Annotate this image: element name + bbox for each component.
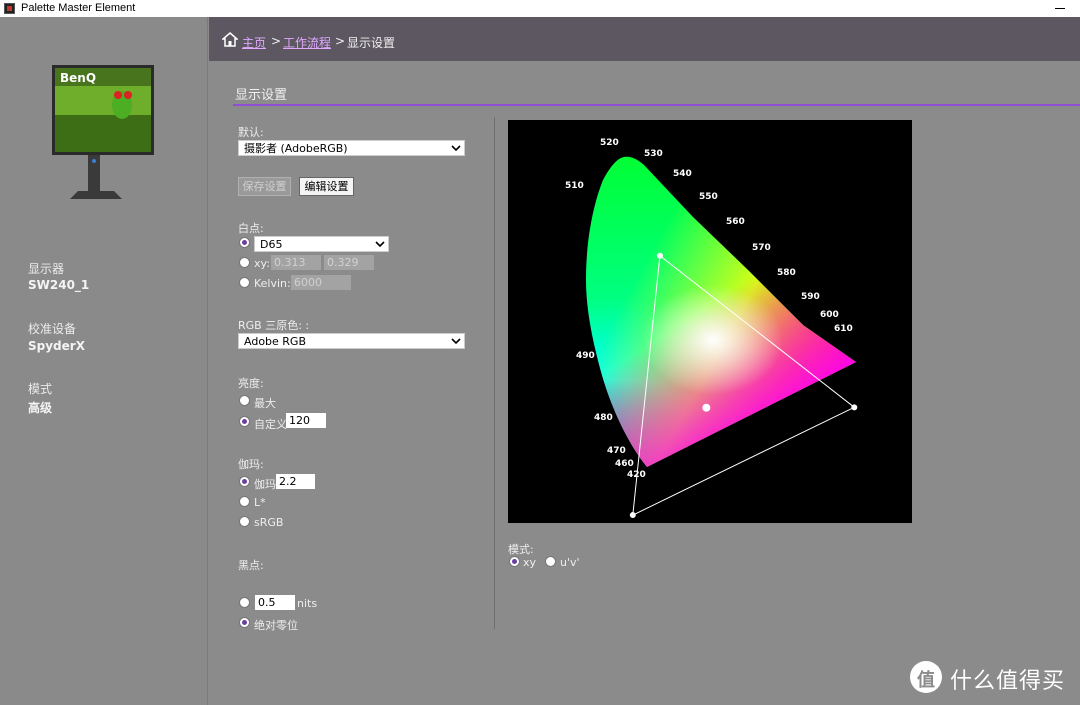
wavelength-label: 570 [752,243,771,253]
home-icon[interactable] [222,32,238,47]
chevron-down-icon [451,145,461,152]
breadcrumb-home[interactable]: 主页 [242,34,266,51]
mode-xy-label: xy [523,556,537,569]
breadcrumb-workflow[interactable]: 工作流程 [283,34,331,51]
wavelength-label: 560 [726,217,745,227]
whitepoint-xy-radio[interactable] [239,257,250,268]
blackpoint-absolute-radio[interactable] [239,617,250,628]
primary-blue-point [629,512,636,519]
kelvin-label: Kelvin: [254,277,291,290]
whitepoint-value: D65 [260,238,283,251]
wavelength-label: 580 [777,268,796,278]
blackpoint-value-radio[interactable] [239,597,250,608]
brightness-max-label: 最大 [254,397,276,410]
wavelength-label: 460 [615,459,634,469]
breadcrumb-separator: > [271,34,282,48]
rgb-primaries-value: Adobe RGB [244,335,307,348]
title-underline [233,104,1080,106]
breadcrumb: 主页 > 工作流程 > 显示设置 [209,17,1080,61]
chevron-down-icon [451,338,461,345]
wavelength-label: 600 [820,310,839,320]
main-panel: 显示设置 默认: 摄影者 (AdobeRGB) 保存设置 编辑设置 白点: D6… [209,61,1080,705]
wavelength-label: 530 [644,149,663,159]
gamma-value-radio[interactable] [239,476,250,487]
blackpoint-unit: nits [297,597,318,610]
primary-green-point [656,252,663,259]
blackpoint-input[interactable]: 0.5 [255,595,295,610]
wavelength-label: 550 [699,192,718,202]
whitepoint-x-input[interactable]: 0.313 [271,255,321,270]
wavelength-label: 590 [801,292,820,302]
edit-settings-button[interactable]: 编辑设置 [299,177,354,196]
rgb-primaries-label: RGB 三原色: : [238,319,310,332]
calibrator-label: 校准设备 [28,322,77,336]
title-bar: Palette Master Element [0,0,1080,17]
wavelength-label: 490 [576,351,595,361]
whitepoint-y-input[interactable]: 0.329 [324,255,374,270]
minimize-icon[interactable] [1055,8,1065,9]
gamma-lstar-label: L* [254,496,266,509]
gamma-input[interactable]: 2.2 [276,474,315,489]
breadcrumb-current: 显示设置 [347,36,396,50]
kelvin-input[interactable]: 6000 [291,275,351,290]
primary-red-point [851,404,858,411]
chevron-down-icon [375,241,385,248]
save-settings-button[interactable]: 保存设置 [238,177,291,196]
default-label: 默认: [238,126,264,139]
whitepoint-select[interactable]: D65 [254,236,389,252]
brightness-input[interactable]: 120 [286,413,326,428]
gamma-lstar-radio[interactable] [239,496,250,507]
whitepoint-preset-radio[interactable] [239,237,250,248]
divider [494,117,495,629]
rgb-primaries-select[interactable]: Adobe RGB [238,333,465,349]
chromaticity-diagram: 420 460 470 480 490 510 520 530 540 550 560 570 580 5… [508,120,912,523]
default-preset-value: 摄影者 (AdobeRGB) [244,142,348,155]
mode-label: 模式 [28,382,53,396]
brightness-custom-label: 自定义 [254,418,287,431]
monitor-image: BenQ [52,65,154,199]
wavelength-label: 470 [607,446,626,456]
mode-uv-radio[interactable] [545,556,556,567]
window-title: Palette Master Element [21,2,136,14]
display-value: SW240_1 [28,278,90,292]
monitor-brand: BenQ [60,71,96,85]
gamma-option-label: 伽玛 [254,478,276,491]
app-icon [4,3,15,14]
mode-uv-label: u'v' [560,556,580,569]
blackpoint-label: 黑点: [238,559,264,572]
gamma-srgb-label: sRGB [254,516,284,529]
brightness-max-radio[interactable] [239,395,250,406]
brightness-label: 亮度: [238,377,264,390]
default-preset-select[interactable]: 摄影者 (AdobeRGB) [238,140,465,156]
xy-label: xy: [254,257,270,270]
wavelength-label: 540 [673,169,692,179]
wavelength-label: 480 [594,413,613,423]
watermark-text: 什么值得买 [950,669,1066,694]
gamma-label: 伽玛: [238,458,264,471]
chart-mode-label: 模式: [508,543,534,556]
white-point-marker [702,403,711,412]
blackpoint-absolute-label: 绝对零位 [254,619,298,632]
breadcrumb-separator: > [335,34,346,48]
whitepoint-kelvin-radio[interactable] [239,277,250,288]
watermark-logo-icon: 值 [910,661,942,693]
mode-value: 高级 [28,401,53,415]
display-label: 显示器 [28,262,65,276]
calibrator-value: SpyderX [28,339,85,353]
wavelength-label: 510 [565,181,584,191]
brightness-custom-radio[interactable] [239,416,250,427]
chromaticity-svg: 4204604704804905105205305405505605705805… [565,138,858,519]
mode-xy-radio[interactable] [509,556,520,567]
sidebar: BenQ 显示器 SW240_1 校准设备 SpyderX 模式 高级 [0,17,208,705]
wavelength-label: 520 [600,138,619,148]
whitepoint-label: 白点: [238,222,264,235]
gamma-srgb-radio[interactable] [239,516,250,527]
page-title: 显示设置 [235,88,288,103]
wavelength-label: 610 [834,324,853,334]
